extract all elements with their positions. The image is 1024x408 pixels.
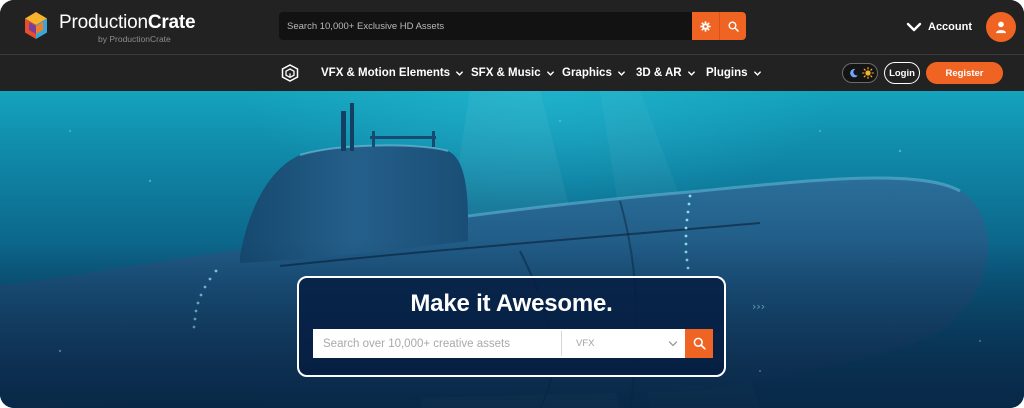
brand-byline: by ProductionCrate xyxy=(98,34,171,44)
nav-item-label: SFX & Music xyxy=(471,67,541,79)
login-button[interactable]: Login xyxy=(884,62,920,84)
chevron-down-icon xyxy=(753,70,761,76)
nav-bar: VFX & Motion Elements SFX & Music Graphi… xyxy=(0,55,1024,91)
nav-item-plugins[interactable]: Plugins xyxy=(706,55,762,91)
account-label: Account xyxy=(928,21,972,33)
category-select[interactable]: VFX xyxy=(562,329,686,358)
chevron-down-icon xyxy=(456,70,463,76)
theme-toggle[interactable] xyxy=(842,63,878,83)
page-frame: ProductionCrate by ProductionCrate Searc… xyxy=(0,0,1024,408)
nav-item-sfx[interactable]: SFX & Music xyxy=(471,55,555,91)
nav-item-label: Graphics xyxy=(562,67,612,79)
sun-icon xyxy=(862,67,874,79)
account-menu[interactable]: Account xyxy=(906,11,1016,43)
nav-item-vfx[interactable]: VFX & Motion Elements xyxy=(321,55,464,91)
search-icon xyxy=(693,337,706,350)
chevron-down-icon xyxy=(617,70,625,76)
category-select-value: VFX xyxy=(576,338,595,349)
brand-name: ProductionCrate xyxy=(59,12,196,33)
top-search-button[interactable] xyxy=(719,12,746,40)
avatar[interactable] xyxy=(986,12,1016,42)
crate-home-icon[interactable] xyxy=(281,64,299,82)
moon-icon xyxy=(850,68,858,78)
nav-item-label: 3D & AR xyxy=(636,67,682,79)
register-button[interactable]: Register xyxy=(926,62,1003,84)
nav-item-label: VFX & Motion Elements xyxy=(321,67,451,79)
search-settings-button[interactable] xyxy=(692,12,719,40)
chevron-down-icon xyxy=(668,341,678,347)
hero-search-input[interactable] xyxy=(313,329,561,358)
hero-search-panel: Make it Awesome. VFX xyxy=(297,276,726,377)
chevron-down-icon xyxy=(906,22,922,32)
hero-search-bar: VFX xyxy=(313,329,713,358)
logo-mark-icon xyxy=(25,12,47,39)
hero-banner: ››› Make it Awesome. VFX xyxy=(0,91,1024,408)
top-search-input[interactable] xyxy=(279,12,689,40)
hero-title: Make it Awesome. xyxy=(410,290,613,317)
search-icon xyxy=(728,20,739,32)
chevron-down-icon xyxy=(687,70,695,76)
chevron-down-icon xyxy=(546,70,554,76)
user-icon xyxy=(996,21,1006,34)
top-search-bar xyxy=(279,12,746,40)
top-bar: ProductionCrate by ProductionCrate Searc… xyxy=(0,0,1024,55)
nav-item-3d-ar[interactable]: 3D & AR xyxy=(636,55,696,91)
nav-item-graphics[interactable]: Graphics xyxy=(562,55,626,91)
gear-icon xyxy=(700,20,711,32)
hero-search-button[interactable] xyxy=(685,329,713,358)
nav-item-label: Plugins xyxy=(706,67,748,79)
